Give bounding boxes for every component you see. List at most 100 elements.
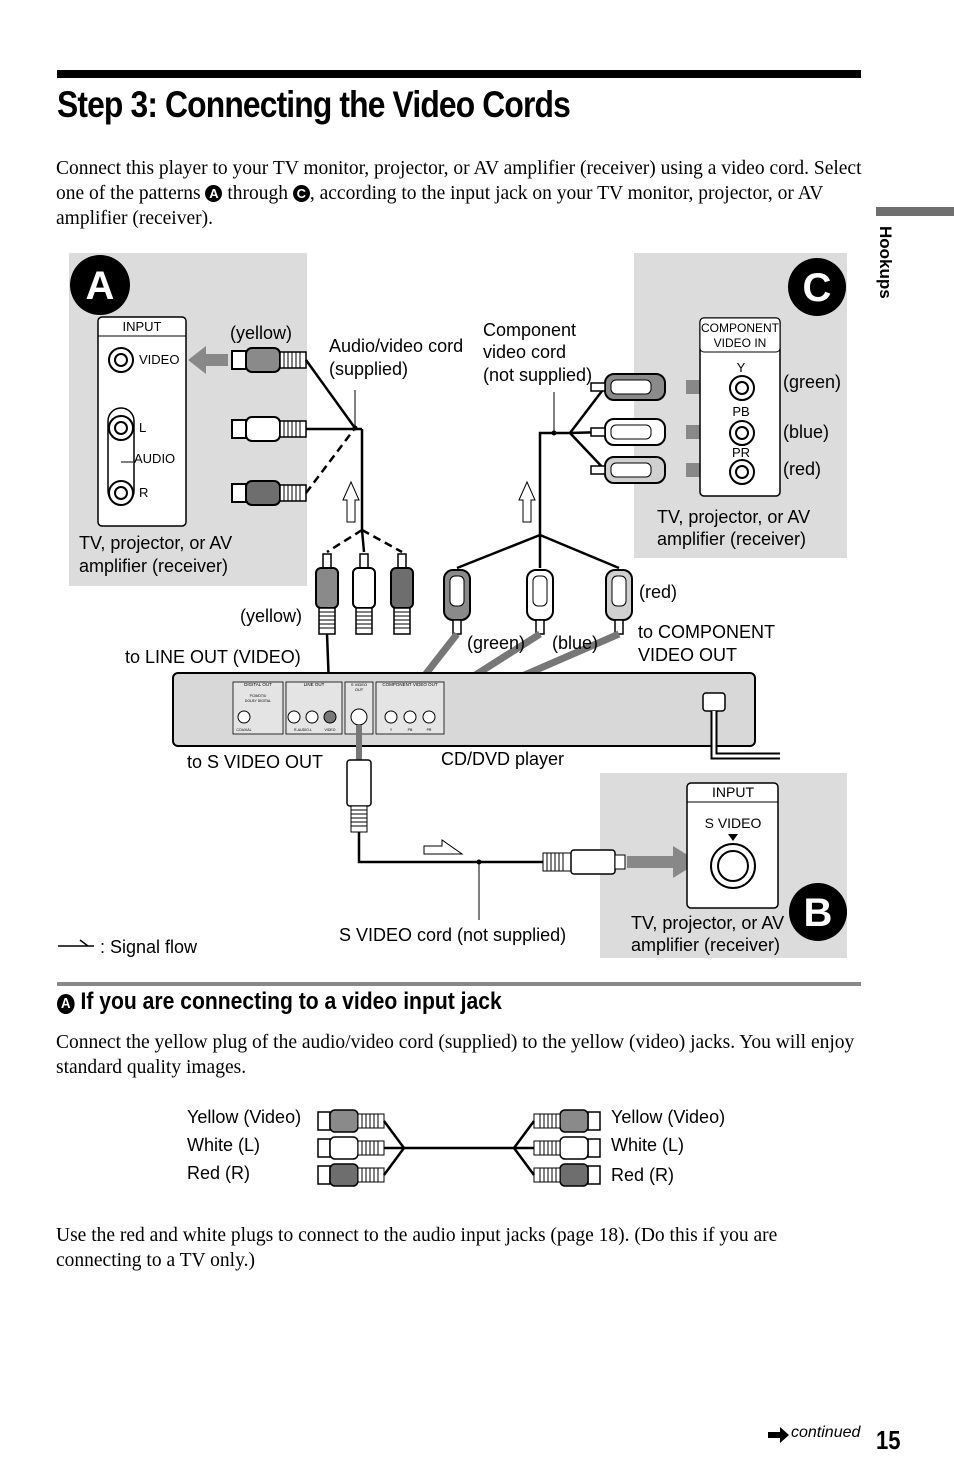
section-a-heading: A If you are connecting to a video input…: [57, 988, 502, 1016]
svg-text:INPUT: INPUT: [123, 319, 162, 334]
svg-text:COAXIAL: COAXIAL: [236, 728, 251, 732]
pr-jack[interactable]: [729, 459, 755, 485]
continued-arrow-icon: [768, 1427, 789, 1443]
red-plug-c: [590, 456, 666, 484]
svg-text:Y: Y: [737, 360, 746, 375]
yellow-plug-player: [315, 553, 339, 635]
svideo-plug-tv: [542, 849, 626, 875]
audio-r-jack[interactable]: [108, 480, 134, 506]
svg-text:R-AUDIO-L: R-AUDIO-L: [294, 728, 312, 732]
svg-text:S VIDEO: S VIDEO: [705, 815, 762, 831]
svg-text:PB: PB: [408, 728, 413, 732]
svg-text:CD/DVD player: CD/DVD player: [441, 749, 564, 769]
svg-text:(red): (red): [783, 459, 821, 479]
svg-text:AUDIO: AUDIO: [134, 451, 175, 466]
y-jack[interactable]: [729, 375, 755, 401]
tv-component-input-box: COMPONENT VIDEO IN Y PB PR: [699, 317, 781, 497]
svg-text:amplifier (receiver): amplifier (receiver): [657, 529, 806, 549]
pattern-b-badge: B: [789, 883, 847, 941]
svg-text:VIDEO: VIDEO: [325, 728, 336, 732]
intro-paragraph: Connect this player to your TV monitor, …: [56, 158, 862, 229]
av-cord: [304, 359, 403, 554]
side-tab-bar: [876, 207, 954, 216]
section-a-note: Use the red and white plugs to connect t…: [56, 1225, 778, 1271]
svg-text:TV, projector, or AV: TV, projector, or AV: [631, 913, 784, 933]
signal-arrow-right: [423, 839, 464, 855]
tv-svideo-input-box: INPUT S VIDEO: [686, 782, 779, 909]
video-jack[interactable]: [108, 347, 134, 373]
svg-text:(blue): (blue): [783, 422, 829, 442]
page-number: 15: [876, 1425, 901, 1455]
svg-text:Yellow (Video): Yellow (Video): [187, 1107, 301, 1127]
badge-a: A: [205, 185, 223, 202]
page-title: Step 3: Connecting the Video Cords: [57, 84, 571, 125]
label-yellow-top: (yellow): [230, 323, 292, 343]
svg-text:(supplied): (supplied): [329, 359, 408, 379]
svg-text:amplifier (receiver): amplifier (receiver): [631, 935, 780, 955]
side-tab-label: Hookups: [876, 226, 895, 299]
continued-label: continued: [791, 1424, 861, 1441]
svg-text:to S VIDEO OUT: to S VIDEO OUT: [187, 752, 323, 772]
svg-text:S VIDEO cord (not supplied): S VIDEO cord (not supplied): [339, 925, 566, 945]
pattern-c-badge: C: [788, 258, 846, 316]
white-plug-player: [352, 553, 376, 635]
svg-text:White (L): White (L): [611, 1135, 684, 1155]
signal-arrow-up: [342, 480, 360, 523]
label-av-cord: Audio/video cord: [329, 336, 463, 356]
section-rule: [57, 982, 861, 986]
svg-text:DIGITAL OUT: DIGITAL OUT: [244, 682, 272, 687]
component-cord: [456, 386, 620, 570]
cd-dvd-player: DIGITAL OUT PCM/DTS/ DOLBY DIGITAL COAXI…: [172, 672, 780, 760]
svg-text:Red (R): Red (R): [611, 1165, 674, 1185]
label-component-cord: Component: [483, 320, 576, 340]
tv-input-box-a: INPUT VIDEO L AUDIO R: [97, 316, 187, 527]
badge-c: C: [292, 185, 310, 202]
svg-text:C: C: [803, 266, 832, 310]
svg-text:: Signal flow: : Signal flow: [100, 937, 198, 957]
svg-text:PR: PR: [732, 445, 750, 460]
svg-text:White (L): White (L): [187, 1135, 260, 1155]
svg-text:PB: PB: [732, 404, 749, 419]
svg-text:PR: PR: [427, 728, 432, 732]
red-plug-player: [390, 553, 414, 635]
svg-text:(green): (green): [783, 372, 841, 392]
pattern-a-badge: A: [70, 255, 130, 315]
blue-plug-player: [526, 569, 554, 635]
svg-text:A: A: [86, 264, 115, 308]
audio-l-jack[interactable]: [108, 415, 134, 441]
svg-text:to COMPONENT: to COMPONENT: [638, 622, 775, 642]
svg-text:COMPONENT: COMPONENT: [701, 321, 780, 335]
red-plug-a: [231, 480, 307, 506]
green-plug-player: [443, 569, 471, 635]
white-plug-a: [231, 416, 307, 442]
signal-flow-icon: [58, 939, 94, 947]
red-plug-player: [605, 569, 633, 635]
svg-text:video cord: video cord: [483, 342, 566, 362]
svg-text:(not supplied): (not supplied): [483, 365, 592, 385]
svg-text:B: B: [804, 891, 833, 935]
signal-arrow-up-2: [518, 480, 536, 523]
svg-text:(blue): (blue): [552, 633, 598, 653]
svg-text:TV, projector, or AV: TV, projector, or AV: [657, 507, 810, 527]
svg-text:VIDEO OUT: VIDEO OUT: [638, 645, 737, 665]
manual-page: A C B INPUT VIDEO L AUDIO R COMPONENT VI…: [0, 0, 954, 1483]
pb-jack[interactable]: [729, 420, 755, 446]
svg-text:to LINE OUT (VIDEO): to LINE OUT (VIDEO): [125, 647, 301, 667]
svg-text:OUT: OUT: [355, 687, 364, 692]
av-cord-diagram: Yellow (Video) White (L) Red (R) Yellow …: [187, 1107, 725, 1187]
svg-text:VIDEO: VIDEO: [139, 352, 179, 367]
svg-text:INPUT: INPUT: [712, 784, 754, 800]
svg-text:TV, projector, or AV: TV, projector, or AV: [79, 533, 232, 553]
svg-text:(yellow): (yellow): [240, 606, 302, 626]
svg-text:(red): (red): [639, 582, 677, 602]
green-plug-c: [590, 373, 666, 401]
svg-text:COMPONENT VIDEO OUT: COMPONENT VIDEO OUT: [382, 682, 437, 687]
svg-text:LINE OUT: LINE OUT: [304, 682, 325, 687]
title-rule: [57, 70, 861, 78]
svg-text:L: L: [139, 420, 146, 435]
svideo-plug-player: [346, 759, 372, 833]
svg-text:Yellow (Video): Yellow (Video): [611, 1107, 725, 1127]
svg-text:amplifier (receiver): amplifier (receiver): [79, 556, 228, 576]
section-a-body: Connect the yellow plug of the audio/vid…: [56, 1032, 855, 1078]
blue-plug-c: [590, 418, 666, 446]
